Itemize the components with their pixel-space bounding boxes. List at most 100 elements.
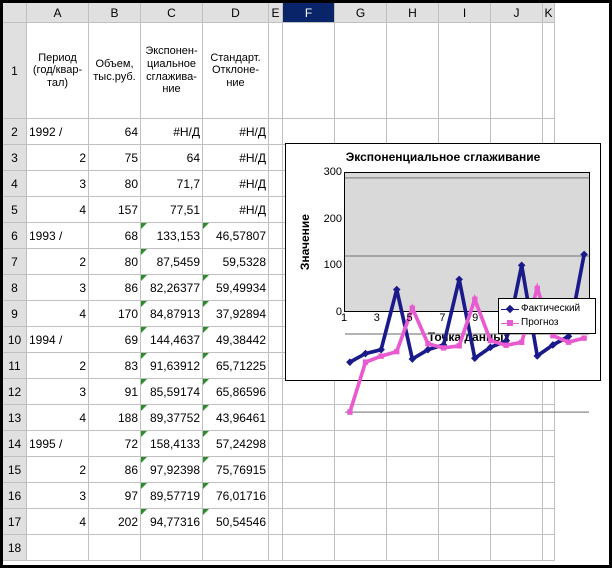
row-header-18[interactable]: 18 (3, 535, 27, 561)
select-all-corner[interactable] (3, 3, 27, 23)
cell-D10[interactable]: 49,38442 (203, 327, 269, 353)
cell-K16[interactable] (543, 483, 555, 509)
chart-object[interactable]: Экспоненциальное сглаживание Значение 01… (285, 143, 601, 381)
cell-B18[interactable] (89, 535, 141, 561)
row-header-4[interactable]: 4 (3, 171, 27, 197)
cell-E3[interactable] (269, 145, 283, 171)
row-header-11[interactable]: 11 (3, 353, 27, 379)
cell-A6[interactable]: 1993 / (27, 223, 89, 249)
cell-D9[interactable]: 37,92894 (203, 301, 269, 327)
cell-A9[interactable]: 4 (27, 301, 89, 327)
cell-A12[interactable]: 3 (27, 379, 89, 405)
cell-H2[interactable] (387, 119, 439, 145)
cell-G17[interactable] (335, 509, 387, 535)
cell-D18[interactable] (203, 535, 269, 561)
cell-A17[interactable]: 4 (27, 509, 89, 535)
cell-J16[interactable] (491, 483, 543, 509)
col-header-G[interactable]: G (335, 3, 387, 23)
cell-A5[interactable]: 4 (27, 197, 89, 223)
cell-B3[interactable]: 75 (89, 145, 141, 171)
cell-E9[interactable] (269, 301, 283, 327)
cell-A13[interactable]: 4 (27, 405, 89, 431)
cell-D17[interactable]: 50,54546 (203, 509, 269, 535)
cell-K1[interactable] (543, 23, 555, 119)
cell-A14[interactable]: 1995 / (27, 431, 89, 457)
cell-A18[interactable] (27, 535, 89, 561)
cell-G18[interactable] (335, 535, 387, 561)
row-header-13[interactable]: 13 (3, 405, 27, 431)
cell-C3[interactable]: 64 (141, 145, 203, 171)
col-header-F[interactable]: F (283, 3, 335, 23)
cell-B6[interactable]: 68 (89, 223, 141, 249)
cell-A11[interactable]: 2 (27, 353, 89, 379)
cell-D1[interactable]: Стандарт. Отклоне-ние (203, 23, 269, 119)
cell-A7[interactable]: 2 (27, 249, 89, 275)
cell-J15[interactable] (491, 457, 543, 483)
cell-C5[interactable]: 77,51 (141, 197, 203, 223)
cell-H17[interactable] (387, 509, 439, 535)
cell-C10[interactable]: 144,4637 (141, 327, 203, 353)
cell-E1[interactable] (269, 23, 283, 119)
row-header-9[interactable]: 9 (3, 301, 27, 327)
cell-J17[interactable] (491, 509, 543, 535)
cell-E7[interactable] (269, 249, 283, 275)
cell-E17[interactable] (269, 509, 283, 535)
cell-J2[interactable] (491, 119, 543, 145)
cell-D15[interactable]: 75,76915 (203, 457, 269, 483)
cell-E18[interactable] (269, 535, 283, 561)
cell-C9[interactable]: 84,87913 (141, 301, 203, 327)
col-header-A[interactable]: A (27, 3, 89, 23)
cell-C15[interactable]: 97,92398 (141, 457, 203, 483)
cell-C4[interactable]: 71,7 (141, 171, 203, 197)
cell-A4[interactable]: 3 (27, 171, 89, 197)
cell-D4[interactable]: #Н/Д (203, 171, 269, 197)
cell-A1[interactable]: Период (год/квар-тал) (27, 23, 89, 119)
cell-C8[interactable]: 82,26377 (141, 275, 203, 301)
cell-E4[interactable] (269, 171, 283, 197)
cell-C16[interactable]: 89,57719 (141, 483, 203, 509)
cell-C6[interactable]: 133,153 (141, 223, 203, 249)
cell-D3[interactable]: #Н/Д (203, 145, 269, 171)
row-header-1[interactable]: 1 (3, 23, 27, 119)
cell-F1[interactable] (283, 23, 335, 119)
col-header-B[interactable]: B (89, 3, 141, 23)
cell-I18[interactable] (439, 535, 491, 561)
cell-D6[interactable]: 46,57807 (203, 223, 269, 249)
col-header-J[interactable]: J (491, 3, 543, 23)
cell-G2[interactable] (335, 119, 387, 145)
row-header-15[interactable]: 15 (3, 457, 27, 483)
col-header-E[interactable]: E (269, 3, 283, 23)
cell-E10[interactable] (269, 327, 283, 353)
cell-B10[interactable]: 69 (89, 327, 141, 353)
cell-A10[interactable]: 1994 / (27, 327, 89, 353)
cell-C18[interactable] (141, 535, 203, 561)
cell-K15[interactable] (543, 457, 555, 483)
cell-I17[interactable] (439, 509, 491, 535)
cell-E16[interactable] (269, 483, 283, 509)
cell-C17[interactable]: 94,77316 (141, 509, 203, 535)
cell-B1[interactable]: Объем, тыс.руб. (89, 23, 141, 119)
cell-A8[interactable]: 3 (27, 275, 89, 301)
cell-E11[interactable] (269, 353, 283, 379)
row-header-3[interactable]: 3 (3, 145, 27, 171)
cell-B5[interactable]: 157 (89, 197, 141, 223)
cell-I14[interactable] (439, 431, 491, 457)
row-header-8[interactable]: 8 (3, 275, 27, 301)
col-header-K[interactable]: K (543, 3, 555, 23)
cell-B13[interactable]: 188 (89, 405, 141, 431)
cell-D2[interactable]: #Н/Д (203, 119, 269, 145)
cell-E13[interactable] (269, 405, 283, 431)
cell-G14[interactable] (335, 431, 387, 457)
cell-F2[interactable] (283, 119, 335, 145)
cell-E15[interactable] (269, 457, 283, 483)
col-header-D[interactable]: D (203, 3, 269, 23)
cell-C2[interactable]: #Н/Д (141, 119, 203, 145)
cell-F18[interactable] (283, 535, 335, 561)
cell-D16[interactable]: 76,01716 (203, 483, 269, 509)
col-header-I[interactable]: I (439, 3, 491, 23)
cell-F15[interactable] (283, 457, 335, 483)
cell-C11[interactable]: 91,63912 (141, 353, 203, 379)
cell-D8[interactable]: 59,49934 (203, 275, 269, 301)
cell-C7[interactable]: 87,5459 (141, 249, 203, 275)
cell-E6[interactable] (269, 223, 283, 249)
